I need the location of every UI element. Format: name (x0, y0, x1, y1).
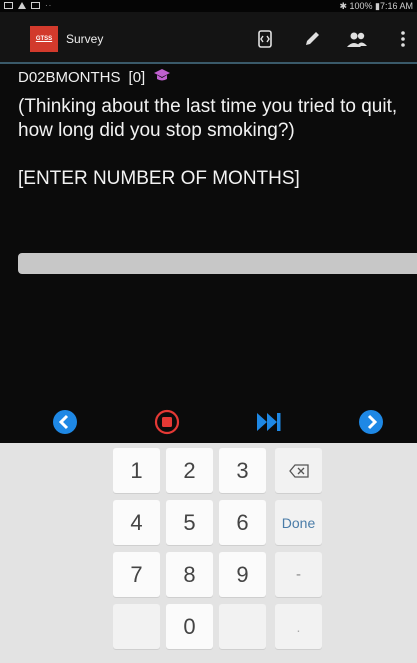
period-key[interactable]: . (275, 604, 322, 649)
back-icon[interactable] (52, 409, 78, 435)
empty-key (113, 604, 160, 649)
next-icon[interactable] (358, 409, 384, 435)
key-6[interactable]: 6 (219, 500, 266, 545)
status-right-text: ✱ 100% ▮7:16 AM (339, 1, 413, 11)
app-title: Survey (66, 32, 104, 46)
warning-icon (18, 2, 26, 9)
numeric-keyboard: 1 2 3 4 5 6 Done 7 8 9 - 0 . (0, 443, 417, 663)
done-key[interactable]: Done (275, 500, 322, 545)
key-5[interactable]: 5 (166, 500, 213, 545)
minus-key[interactable]: - (275, 552, 322, 597)
key-8[interactable]: 8 (166, 552, 213, 597)
key-4[interactable]: 4 (113, 500, 160, 545)
backspace-key[interactable] (275, 448, 322, 493)
variable-value: [0] (128, 68, 146, 86)
question-text: (Thinking about the last time you tried … (18, 96, 398, 141)
key-0[interactable]: 0 (166, 604, 213, 649)
key-1[interactable]: 1 (113, 448, 160, 493)
backspace-icon (288, 463, 309, 478)
fast-forward-icon[interactable] (256, 409, 282, 435)
people-icon[interactable] (346, 28, 368, 50)
variable-name: D02BMONTHS (18, 68, 121, 86)
graduation-cap-icon[interactable] (153, 68, 171, 86)
status-more-dots: ·· (45, 1, 53, 10)
status-icons: ·· (4, 1, 52, 10)
overflow-menu-icon[interactable] (392, 28, 414, 50)
key-9[interactable]: 9 (219, 552, 266, 597)
status-bar: ·· ✱ 100% ▮7:16 AM (0, 0, 417, 12)
screen-icon (31, 2, 40, 9)
stop-icon[interactable] (154, 409, 180, 435)
image-icon (4, 2, 13, 9)
key-2[interactable]: 2 (166, 448, 213, 493)
key-3[interactable]: 3 (219, 448, 266, 493)
empty-key-2 (219, 604, 266, 649)
key-7[interactable]: 7 (113, 552, 160, 597)
gtss-logo: GTSS (30, 26, 58, 52)
pencil-icon[interactable] (301, 28, 323, 50)
navigate-icon[interactable] (254, 28, 276, 50)
question-variable-row: D02BMONTHS [0] (18, 68, 171, 86)
answer-input[interactable] (18, 253, 417, 274)
question-instruction: [ENTER NUMBER OF MONTHS] (18, 168, 300, 189)
app-bar: GTSS Survey (0, 12, 417, 64)
